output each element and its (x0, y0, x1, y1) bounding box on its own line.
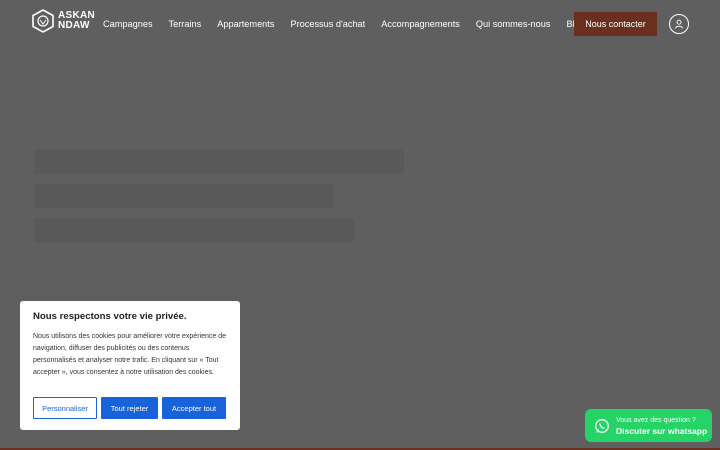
whatsapp-question: Vous avez des question ? (616, 416, 696, 424)
nav-accompagnements[interactable]: Accompagnements (381, 19, 460, 29)
site-header: ASKAN NDAW Campagnes Terrains Appartemen… (0, 0, 720, 48)
whatsapp-cta: Discuter sur whatsapp (616, 425, 708, 436)
cookie-banner: Nous respectons votre vie privée. Nous u… (20, 301, 240, 430)
whatsapp-text: Vous avez des question ? Discuter sur wh… (616, 416, 707, 436)
nav-terrains[interactable]: Terrains (169, 19, 202, 29)
main-nav: Campagnes Terrains Appartements Processu… (103, 0, 601, 48)
user-icon (675, 19, 683, 29)
contact-button[interactable]: Nous contacter (574, 12, 657, 36)
logo-text: ASKAN NDAW (58, 11, 95, 31)
nav-processus-achat[interactable]: Processus d'achat (290, 19, 365, 29)
customize-button[interactable]: Personnaliser (33, 397, 97, 419)
logo[interactable]: ASKAN NDAW (32, 9, 95, 33)
reject-all-button[interactable]: Tout rejeter (101, 397, 158, 419)
hero-ghost-line (34, 150, 404, 174)
cookie-text: Nous utilisons des cookies pour améliore… (33, 333, 226, 376)
logo-line-2: NDAW (58, 20, 90, 31)
nav-qui-sommes-nous[interactable]: Qui sommes-nous (476, 19, 551, 29)
lion-logo-icon (32, 9, 54, 33)
nav-appartements[interactable]: Appartements (217, 19, 274, 29)
hero-ghost-line (34, 218, 354, 242)
hero-placeholder (34, 150, 414, 252)
cookie-title: Nous respectons votre vie privée. (33, 311, 187, 322)
accept-all-button[interactable]: Accepter tout (162, 397, 226, 419)
nav-campagnes[interactable]: Campagnes (103, 19, 153, 29)
cookie-actions: Personnaliser Tout rejeter Accepter tout (33, 397, 226, 419)
account-button[interactable] (669, 14, 689, 34)
whatsapp-icon (595, 418, 609, 433)
whatsapp-chat-button[interactable]: Vous avez des question ? Discuter sur wh… (585, 409, 712, 442)
hero-ghost-line (34, 184, 334, 208)
